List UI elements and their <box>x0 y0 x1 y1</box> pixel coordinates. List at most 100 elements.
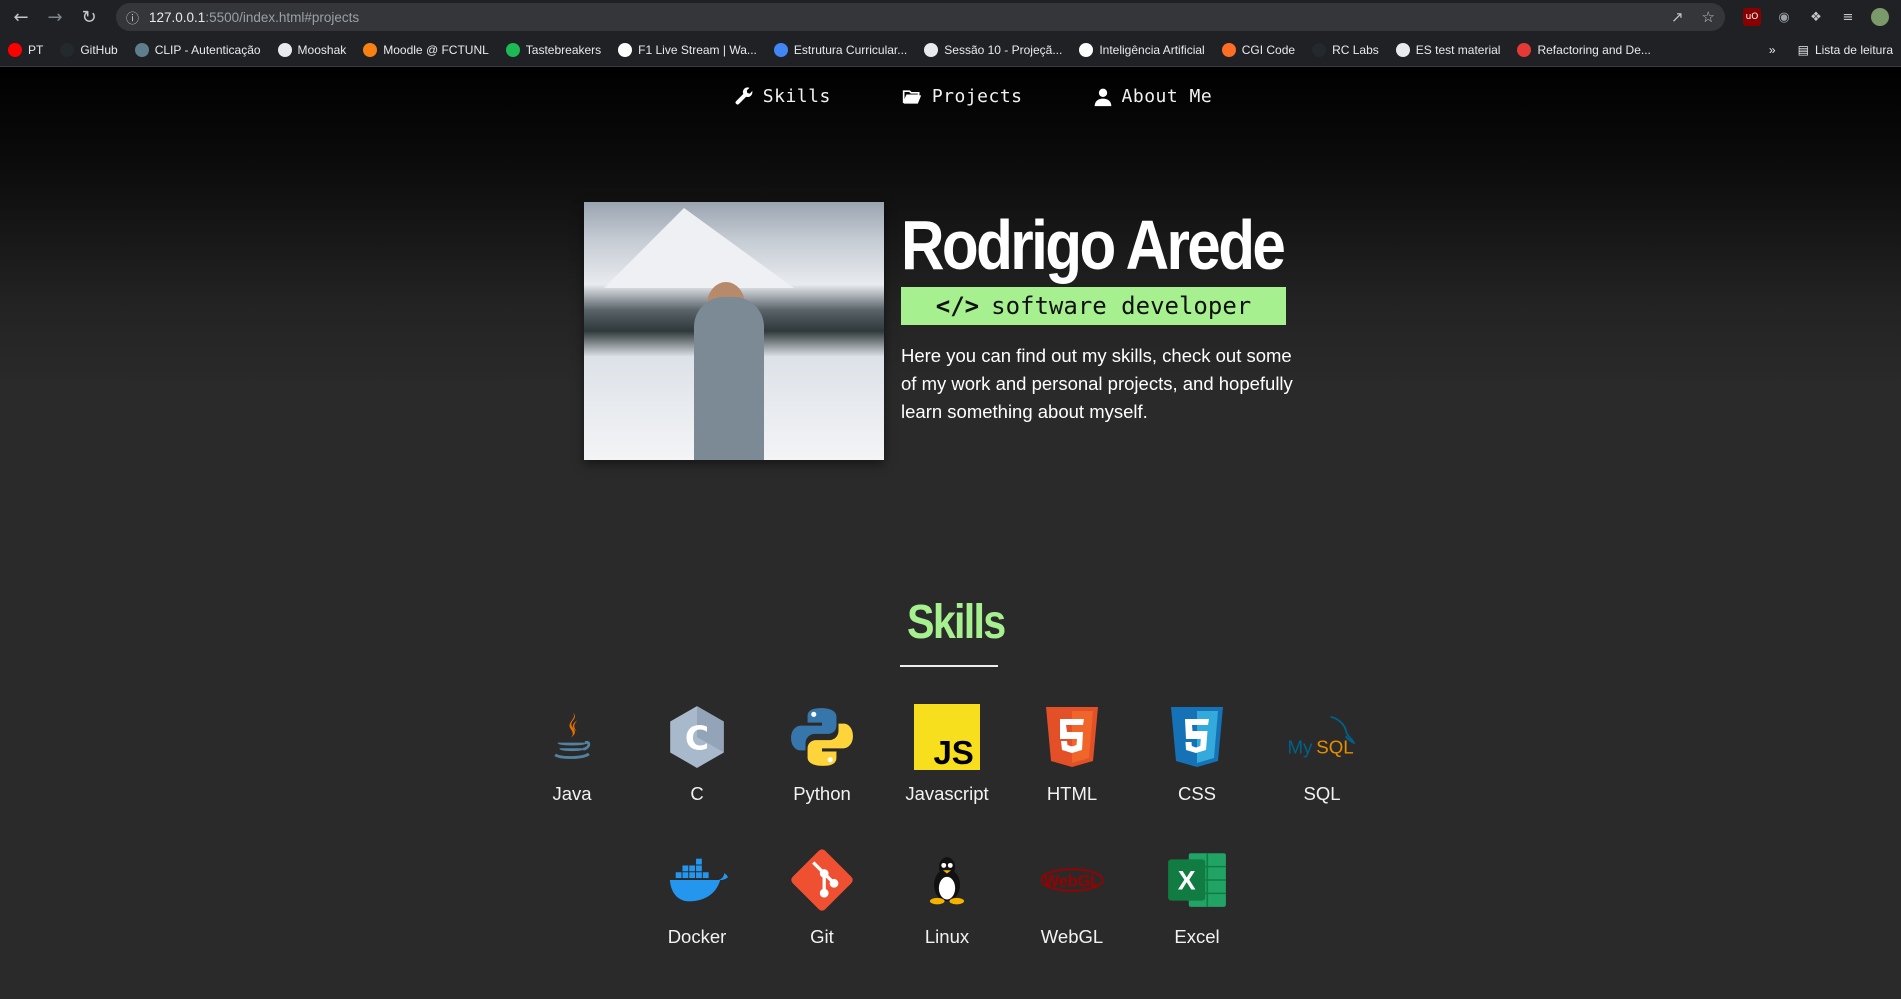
skill-label: Javascript <box>905 783 989 804</box>
skill-item: CSS <box>1161 701 1233 805</box>
bookmark-item[interactable]: CGI Code <box>1221 43 1295 57</box>
html-icon <box>1036 701 1108 773</box>
css-icon <box>1161 701 1233 773</box>
bookmark-star-icon[interactable]: ☆ <box>1702 8 1715 26</box>
bookmark-favicon-icon <box>924 43 939 57</box>
browser-chrome: ← → ↻ ⓘ 127.0.0.1:5500/index.html#projec… <box>0 0 1901 67</box>
skills-heading: Skills <box>907 596 1006 649</box>
bookmark-item[interactable]: F1 Live Stream | Wa... <box>618 43 757 57</box>
bookmark-favicon-icon <box>134 43 149 57</box>
skill-label: Python <box>793 783 851 804</box>
site-info-icon[interactable]: ⓘ <box>126 8 139 27</box>
back-icon[interactable]: ← <box>6 2 36 32</box>
bookmark-item[interactable]: Moodle @ FCTUNL <box>363 43 489 57</box>
bookmark-item[interactable]: GitHub <box>60 43 118 57</box>
python-icon <box>786 701 858 773</box>
bookmark-label: ES test material <box>1415 43 1501 57</box>
bookmark-label: Refactoring and De... <box>1537 43 1651 57</box>
java-icon <box>536 701 608 773</box>
skill-label: SQL <box>1303 783 1341 804</box>
bookmark-item[interactable]: ES test material <box>1395 43 1501 57</box>
bookmark-label: PT <box>28 43 44 57</box>
bookmark-label: Inteligência Artificial <box>1099 43 1205 57</box>
folder-open-icon <box>902 89 921 104</box>
skill-item: JS Javascript <box>905 701 989 805</box>
reading-list-button[interactable]: ▤ Lista de leitura <box>1798 43 1893 57</box>
skills-row: Java C C Python JS Javascript HTML CSS My SQL SQL <box>536 701 1358 805</box>
intro-text: Here you can find out my skills, check o… <box>901 345 1293 422</box>
excel-icon: X <box>1161 844 1233 916</box>
nav-skills-link[interactable]: Skills <box>734 86 831 107</box>
git-icon <box>786 844 858 916</box>
bookmark-favicon-icon <box>1395 43 1410 57</box>
page-title: Rodrigo Arede <box>901 206 1286 284</box>
bookmark-favicon-icon <box>1312 43 1327 57</box>
bookmarks-overflow-button[interactable]: » <box>1769 43 1776 57</box>
skill-item: WebGL WebGL <box>1036 844 1108 948</box>
bookmark-label: F1 Live Stream | Wa... <box>638 43 757 57</box>
bookmark-item[interactable]: Sessão 10 - Projeçã... <box>924 43 1062 57</box>
bookmark-label: RC Labs <box>1332 43 1379 57</box>
bookmark-favicon-icon <box>773 43 788 57</box>
url-path: :5500/index.html#projects <box>205 9 360 25</box>
bookmark-item[interactable]: RC Labs <box>1312 43 1379 57</box>
skill-item: HTML <box>1036 701 1108 805</box>
bookmark-favicon-icon <box>8 43 22 57</box>
share-icon[interactable]: ↗ <box>1671 8 1684 26</box>
media-icon[interactable]: ≡ <box>1839 8 1857 26</box>
bookmark-item[interactable]: Mooshak <box>277 43 346 57</box>
svg-text:C: C <box>685 718 709 757</box>
skill-item: My SQL SQL <box>1286 701 1358 805</box>
portfolio-page: Skills Projects About Me Rodrigo Arede <… <box>0 67 1901 999</box>
bookmark-favicon-icon <box>618 43 633 57</box>
extension-icon[interactable]: ◉ <box>1775 8 1793 26</box>
skills-divider <box>900 665 998 667</box>
docker-icon <box>661 844 733 916</box>
bookmark-item[interactable]: CLIP - Autenticação <box>134 43 261 57</box>
reload-icon[interactable]: ↻ <box>74 2 104 32</box>
skill-label: CSS <box>1177 783 1217 804</box>
skill-item: Python <box>786 701 858 805</box>
avatar[interactable] <box>1871 8 1889 26</box>
skill-label: WebGL <box>1040 926 1104 947</box>
bookmarks-bar: PT GitHub CLIP - Autenticação Mooshak Moodle… <box>0 34 1901 67</box>
bookmark-favicon-icon <box>363 43 378 57</box>
wrench-icon <box>735 86 753 105</box>
bookmark-label: Sessão 10 - Projeçã... <box>944 43 1063 57</box>
hero-text: Rodrigo Arede </> software developer Her… <box>901 202 1346 460</box>
url-host: 127.0.0.1 <box>149 9 206 25</box>
skill-item: Docker <box>661 844 733 948</box>
bookmark-item[interactable]: Refactoring and De... <box>1517 43 1651 57</box>
bookmark-favicon-icon <box>1221 43 1236 57</box>
svg-text:My: My <box>1287 737 1313 758</box>
nav-about-label: About Me <box>1121 86 1213 107</box>
bookmark-item[interactable]: Estrutura Curricular... <box>773 43 907 57</box>
nav-about-link[interactable]: About Me <box>1093 86 1213 107</box>
puzzle-icon[interactable]: ❖ <box>1807 8 1825 26</box>
bookmark-favicon-icon <box>1517 43 1532 57</box>
nav-projects-link[interactable]: Projects <box>901 86 1023 107</box>
reading-list-icon: ▤ <box>1797 43 1809 57</box>
role-badge: </> software developer <box>901 287 1286 325</box>
c-icon: C <box>661 701 733 773</box>
ublock-icon[interactable]: uO <box>1743 8 1761 26</box>
bookmark-item[interactable]: Tastebreakers <box>505 43 601 57</box>
forward-icon[interactable]: → <box>40 2 70 32</box>
mysql-icon: My SQL <box>1286 701 1358 773</box>
bookmark-favicon-icon <box>277 43 292 57</box>
skill-label: Docker <box>667 926 727 947</box>
javascript-icon: JS <box>911 701 983 773</box>
linux-icon <box>911 844 983 916</box>
bookmark-item[interactable]: Inteligência Artificial <box>1079 43 1205 57</box>
address-bar[interactable]: ⓘ 127.0.0.1:5500/index.html#projects ↗ ☆ <box>116 3 1725 31</box>
skill-item: CC <box>661 701 733 805</box>
svg-text:WebGL: WebGL <box>1044 872 1100 890</box>
skill-label: Git <box>810 926 834 947</box>
code-icon: </> <box>935 292 980 320</box>
skills-row: Docker Git Linux WebGL WebGL X Excel <box>661 844 1233 948</box>
bookmark-item[interactable]: PT <box>8 43 43 57</box>
browser-toolbar: ← → ↻ ⓘ 127.0.0.1:5500/index.html#projec… <box>0 0 1901 34</box>
reading-list-label: Lista de leitura <box>1814 43 1893 57</box>
bookmark-favicon-icon <box>505 43 520 57</box>
svg-text:X: X <box>1178 865 1196 895</box>
